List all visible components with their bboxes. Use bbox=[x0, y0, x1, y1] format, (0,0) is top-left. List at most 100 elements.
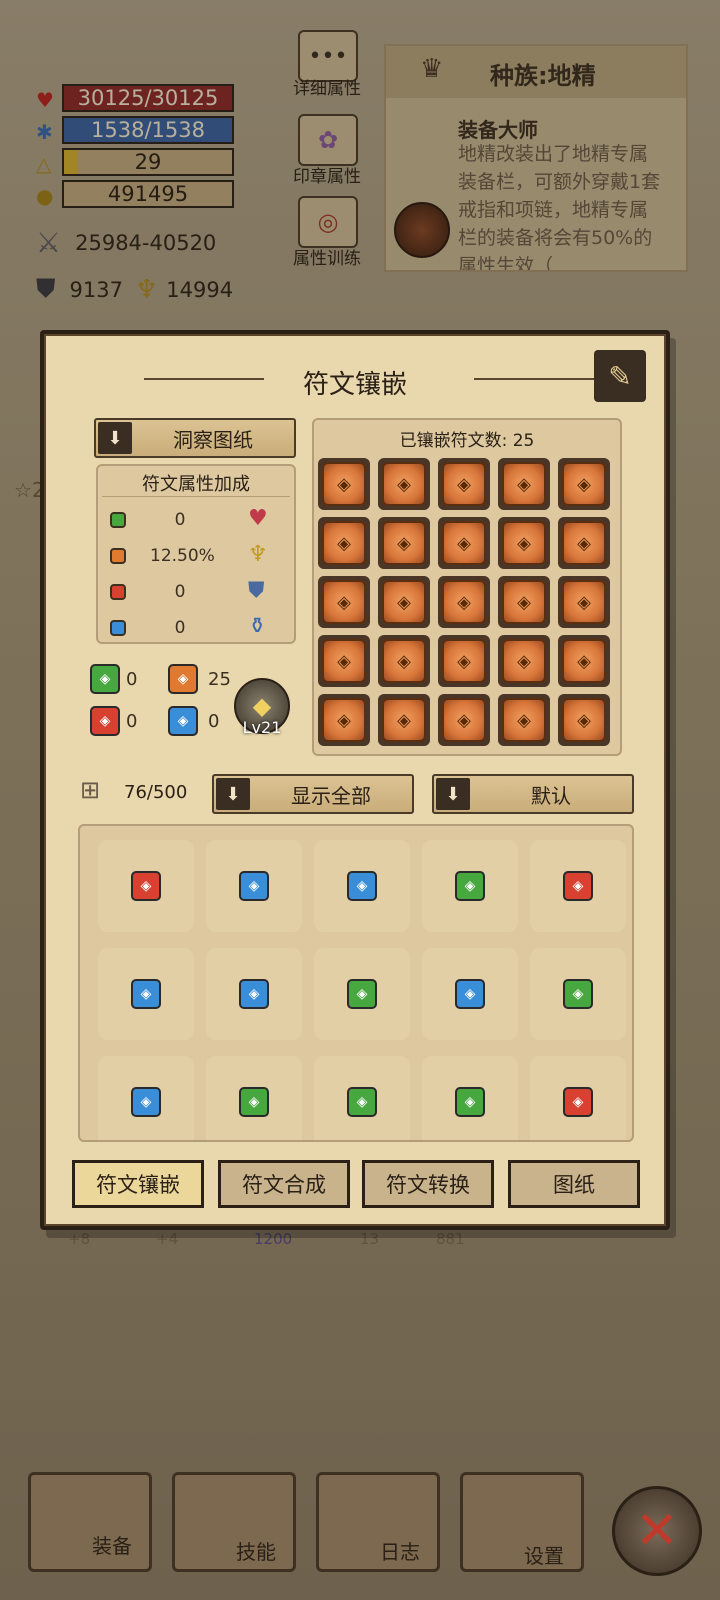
bonus-row: 12.50% ♆ bbox=[98, 542, 294, 572]
blue-rune-icon: ◈ bbox=[168, 706, 198, 736]
heart-icon: ♥ bbox=[248, 506, 268, 531]
inventory-slot[interactable]: ◈ bbox=[530, 1056, 626, 1140]
rune-socket[interactable]: ◈ bbox=[318, 694, 370, 746]
orange-rune-icon: ◈ bbox=[382, 521, 426, 565]
rune-socket[interactable]: ◈ bbox=[498, 694, 550, 746]
inventory-slot[interactable]: ◈ bbox=[422, 1056, 518, 1140]
rune-socket[interactable]: ◈ bbox=[318, 576, 370, 628]
rune-socket[interactable]: ◈ bbox=[438, 458, 490, 510]
rune-socket[interactable]: ◈ bbox=[378, 694, 430, 746]
rune-socket[interactable]: ◈ bbox=[558, 694, 610, 746]
rune-socket[interactable]: ◈ bbox=[318, 635, 370, 687]
orange-rune-icon: ◈ bbox=[382, 462, 426, 506]
orange-rune-icon: ◈ bbox=[442, 462, 486, 506]
bonus-color-dot bbox=[110, 620, 126, 636]
tab-rune-synthesis[interactable]: 符文合成 bbox=[218, 1160, 350, 1208]
bonus-value: 12.50% bbox=[150, 546, 215, 566]
rune-socket[interactable]: ◈ bbox=[378, 635, 430, 687]
socket-slots: ◈ ◈ ◈ ◈ ◈ ◈ ◈ ◈ ◈ ◈ ◈ ◈ ◈ ◈ ◈ ◈ ◈ ◈ ◈ ◈ ◈ ◈ ◈ ◈ ◈ bbox=[318, 458, 618, 754]
inventory-slot[interactable]: ◈ bbox=[314, 948, 410, 1040]
blue-rune-count: ◈ 0 bbox=[168, 706, 219, 736]
red-rune-icon: ◈ bbox=[563, 1087, 593, 1117]
orange-rune-icon: ◈ bbox=[322, 462, 366, 506]
rune-socket[interactable]: ◈ bbox=[378, 576, 430, 628]
orange-rune-icon: ◈ bbox=[442, 639, 486, 683]
bag-count: 76/500 bbox=[124, 782, 188, 803]
nav-log-button[interactable] bbox=[316, 1472, 440, 1572]
orange-rune-icon: ◈ bbox=[562, 639, 606, 683]
rune-socket[interactable]: ◈ bbox=[558, 517, 610, 569]
bonus-row: 0 ⚱ bbox=[98, 614, 294, 644]
bonus-divider bbox=[102, 496, 290, 497]
panel-title: 符文镶嵌 bbox=[302, 370, 407, 400]
green-rune-icon: ◈ bbox=[90, 664, 120, 694]
sort-dropdown[interactable]: ⬇ 默认 bbox=[432, 774, 634, 814]
inventory-slot[interactable]: ◈ bbox=[530, 840, 626, 932]
rune-socket[interactable]: ◈ bbox=[318, 517, 370, 569]
rune-socket[interactable]: ◈ bbox=[438, 517, 490, 569]
inventory-slot[interactable]: ◈ bbox=[98, 1056, 194, 1140]
inventory-slot[interactable]: ◈ bbox=[206, 1056, 302, 1140]
rune-socket[interactable]: ◈ bbox=[318, 458, 370, 510]
close-button[interactable]: ✕ bbox=[612, 1486, 702, 1576]
rune-socket[interactable]: ◈ bbox=[498, 576, 550, 628]
nav-settings-button[interactable] bbox=[460, 1472, 584, 1572]
nav-skills-button[interactable] bbox=[172, 1472, 296, 1572]
red-rune-count: ◈ 0 bbox=[90, 706, 137, 736]
rune-socket[interactable]: ◈ bbox=[498, 517, 550, 569]
tab-blueprint[interactable]: 图纸 bbox=[508, 1160, 640, 1208]
sort-dropdown-label: 默认 bbox=[531, 783, 571, 808]
blue-rune-icon: ◈ bbox=[347, 871, 377, 901]
inventory-slot[interactable]: ◈ bbox=[314, 1056, 410, 1140]
rune-socket[interactable]: ◈ bbox=[498, 458, 550, 510]
inventory-slot[interactable]: ◈ bbox=[422, 948, 518, 1040]
orange-rune-icon: ◈ bbox=[502, 698, 546, 742]
orange-rune-icon: ◈ bbox=[322, 521, 366, 565]
inventory-slot[interactable]: ◈ bbox=[422, 840, 518, 932]
arrow-down-icon: ⬇ bbox=[216, 778, 250, 810]
bonus-row: 0 ♥ bbox=[98, 506, 294, 536]
red-count-value: 0 bbox=[126, 710, 138, 732]
green-rune-icon: ◈ bbox=[347, 1087, 377, 1117]
blueprint-dropdown[interactable]: ⬇ 洞察图纸 bbox=[94, 418, 296, 458]
inventory-slot[interactable]: ◈ bbox=[530, 948, 626, 1040]
rune-socket[interactable]: ◈ bbox=[498, 635, 550, 687]
filter-dropdown-label: 显示全部 bbox=[291, 783, 371, 808]
inventory-slot[interactable]: ◈ bbox=[98, 840, 194, 932]
tab-rune-socket[interactable]: 符文镶嵌 bbox=[72, 1160, 204, 1208]
inventory-slot[interactable]: ◈ bbox=[206, 840, 302, 932]
rune-socket[interactable]: ◈ bbox=[378, 517, 430, 569]
arrow-down-icon: ⬇ bbox=[436, 778, 470, 810]
inventory-slot[interactable]: ◈ bbox=[314, 840, 410, 932]
orange-rune-icon: ◈ bbox=[382, 698, 426, 742]
filter-dropdown[interactable]: ⬇ 显示全部 bbox=[212, 774, 414, 814]
inventory-slot[interactable]: ◈ bbox=[206, 948, 302, 1040]
bonus-row: 0 ⛊ bbox=[98, 578, 294, 608]
rune-socket[interactable]: ◈ bbox=[558, 635, 610, 687]
green-rune-icon: ◈ bbox=[239, 1087, 269, 1117]
bonus-color-dot bbox=[110, 512, 126, 528]
rune-panel: 符文镶嵌 ✎ ⬇ 洞察图纸 符文属性加成 0 ♥ 12.50% ♆ 0 ⛊ 0 ⚱ ◈ 0 ◈… bbox=[40, 330, 670, 1230]
red-rune-icon: ◈ bbox=[563, 871, 593, 901]
socketed-count: 已镶嵌符文数: 25 bbox=[399, 431, 535, 451]
inventory-slot[interactable]: ◈ bbox=[98, 948, 194, 1040]
edit-button[interactable]: ✎ bbox=[594, 350, 646, 402]
close-icon: ✕ bbox=[635, 1501, 679, 1561]
orange-rune-icon: ◈ bbox=[502, 462, 546, 506]
orange-rune-icon: ◈ bbox=[562, 580, 606, 624]
nav-equipment-label: 装备 bbox=[92, 1534, 132, 1558]
orange-rune-icon: ◈ bbox=[382, 580, 426, 624]
rune-socket[interactable]: ◈ bbox=[378, 458, 430, 510]
tab-rune-convert[interactable]: 符文转换 bbox=[362, 1160, 494, 1208]
shield-icon: ⛊ bbox=[248, 578, 265, 603]
socket-grid: 已镶嵌符文数: 25 ◈ ◈ ◈ ◈ ◈ ◈ ◈ ◈ ◈ ◈ ◈ ◈ ◈ ◈ ◈ ◈ ◈ ◈ ◈ ◈ ◈ ◈ ◈ ◈ ◈ bbox=[312, 418, 622, 756]
rune-socket[interactable]: ◈ bbox=[438, 576, 490, 628]
rune-socket[interactable]: ◈ bbox=[558, 458, 610, 510]
rune-socket[interactable]: ◈ bbox=[438, 635, 490, 687]
nav-equipment-button[interactable] bbox=[28, 1472, 152, 1572]
rune-socket[interactable]: ◈ bbox=[438, 694, 490, 746]
bonus-value: 0 bbox=[174, 582, 186, 602]
red-rune-icon: ◈ bbox=[131, 871, 161, 901]
arrow-down-icon: ⬇ bbox=[98, 422, 132, 454]
rune-socket[interactable]: ◈ bbox=[558, 576, 610, 628]
